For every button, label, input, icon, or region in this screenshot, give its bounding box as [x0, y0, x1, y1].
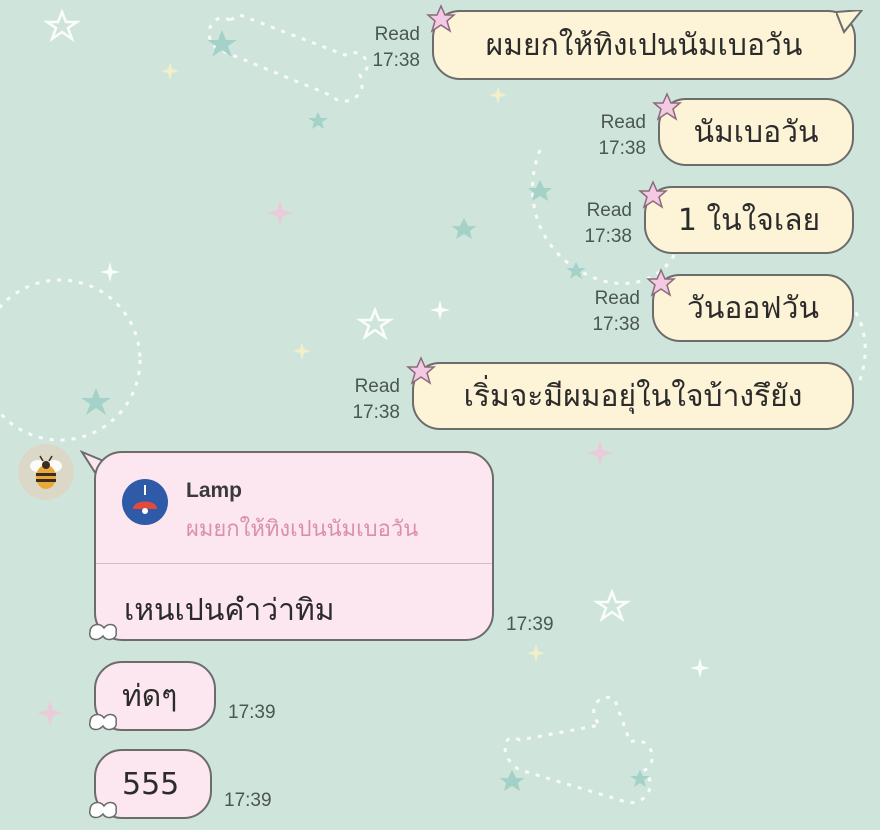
message-text: 555 [122, 766, 180, 802]
read-status: Read 17:38 [570, 286, 640, 338]
quoted-message-text[interactable]: ผมยกให้ทิงเปนนัมเบอวัน [186, 511, 418, 546]
avatar[interactable] [18, 444, 74, 500]
message-text: นัมเบอวัน [693, 114, 819, 150]
star-sticker-icon [406, 356, 436, 385]
message-time: 17:38 [352, 402, 400, 423]
outgoing-message-bubble[interactable]: นัมเบอวัน [658, 98, 854, 166]
bubble-tail-icon [836, 10, 864, 34]
incoming-reply-bubble[interactable]: Lamp ผมยกให้ทิงเปนนัมเบอวัน เหนเปนคำว่าท… [94, 451, 494, 641]
message-time: 17:38 [592, 314, 640, 335]
message-time: 17:38 [372, 50, 420, 71]
message-time: 17:39 [228, 702, 276, 723]
quoted-sender-name: Lamp [186, 479, 243, 502]
outgoing-message-bubble[interactable]: ผมยกให้ทิงเปนนัมเบอวัน [432, 10, 856, 80]
message-text: 1 ในใจเลย [677, 202, 821, 238]
message-time: 17:39 [224, 790, 272, 811]
read-status: Read 17:38 [330, 374, 400, 426]
star-sticker-icon [638, 180, 668, 209]
read-label: Read [594, 288, 640, 309]
message-text: ผมยกให้ทิงเปนนัมเบอวัน [485, 27, 803, 63]
message-text: เริ่มจะมีผมอยุ่ในใจบ้างรึยัง [463, 378, 803, 414]
read-label: Read [354, 376, 400, 397]
message-time: 17:38 [584, 226, 632, 247]
read-label: Read [586, 200, 632, 221]
read-label: Read [600, 112, 646, 133]
message-text: วันออฟวัน [687, 290, 819, 326]
read-status: Read 17:38 [576, 110, 646, 162]
wing-icon [89, 713, 117, 731]
message-text: เหนเปนคำว่าทิม [124, 593, 335, 628]
star-sticker-icon [646, 268, 676, 297]
wing-icon [89, 801, 117, 819]
read-status: Read 17:38 [562, 198, 632, 250]
wing-icon [89, 623, 117, 641]
outgoing-message-bubble[interactable]: 1 ในใจเลย [644, 186, 854, 254]
reply-divider [96, 563, 492, 564]
read-status: Read 17:38 [350, 22, 420, 74]
read-label: Read [374, 24, 420, 45]
message-time: 17:39 [506, 614, 554, 635]
star-sticker-icon [426, 4, 456, 33]
bee-icon [30, 455, 62, 489]
star-sticker-icon [652, 92, 682, 121]
outgoing-message-bubble[interactable]: วันออฟวัน [652, 274, 854, 342]
message-time: 17:38 [598, 138, 646, 159]
message-text: ท่ดๆ [122, 678, 178, 714]
outgoing-message-bubble[interactable]: เริ่มจะมีผมอยุ่ในใจบ้างรึยัง [412, 362, 854, 430]
lamp-icon [122, 479, 168, 525]
